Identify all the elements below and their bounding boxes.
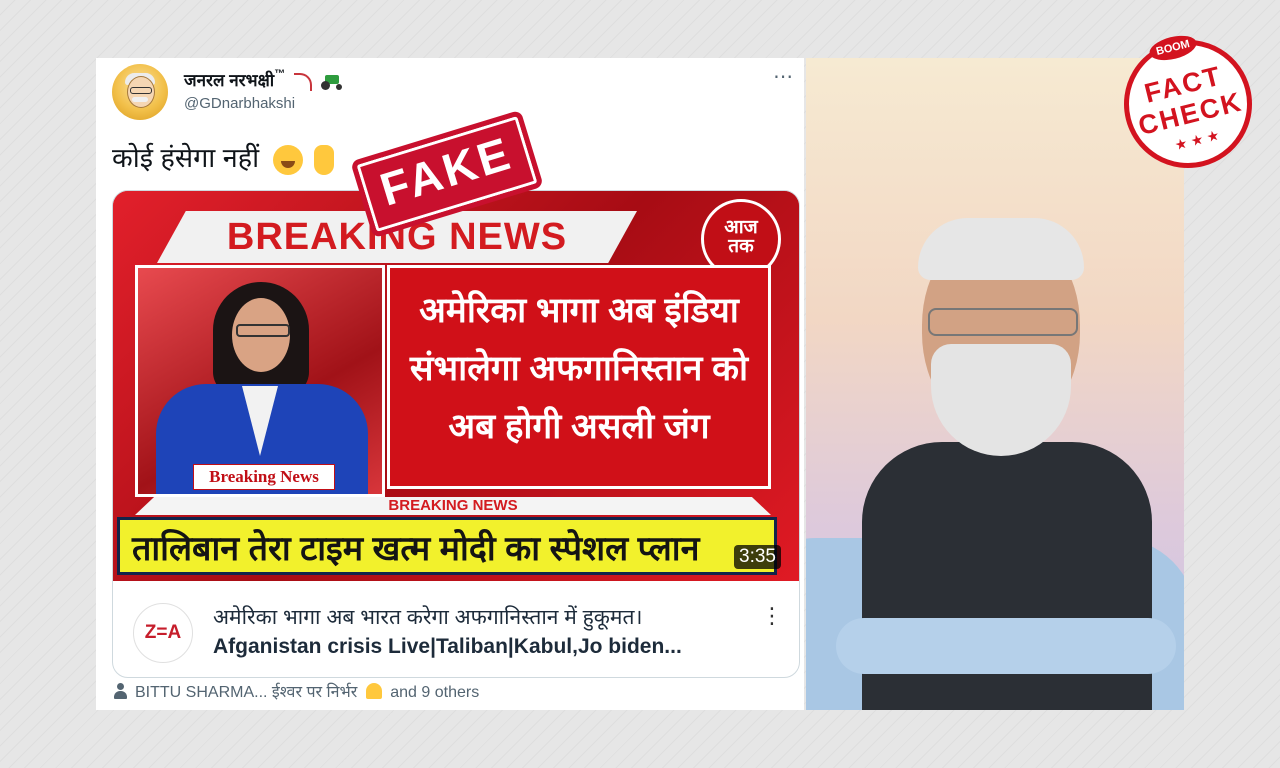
trademark: ™ — [274, 68, 286, 80]
video-thumbnail[interactable]: BREAKING NEWS आज तक Breaking News अमेरिक… — [113, 191, 799, 581]
user-handle[interactable]: @GDnarbhakshi — [184, 95, 295, 112]
video-title-hindi: अमेरिका भागा अब भारत करेगा अफगानिस्तान म… — [213, 606, 643, 629]
modi-crossed-arms — [836, 618, 1176, 674]
tweet-text: कोई हंसेगा नहीं — [112, 138, 335, 175]
modi-hair — [918, 218, 1084, 280]
video-title[interactable]: अमेरिका भागा अब भारत करेगा अफगानिस्तान म… — [213, 603, 753, 661]
video-more-icon[interactable]: ⋮ — [761, 603, 783, 629]
video-duration: 3:35 — [734, 545, 781, 569]
user-name-text: जनरल नरभक्षी — [184, 71, 275, 90]
breaking-news-badge: Breaking News — [193, 464, 335, 490]
tweet-card: जनरल नरभक्षी™ @GDnarbhakshi ⋯ कोई हंसेगा… — [96, 58, 804, 710]
breaking-news-strip: BREAKING NEWS — [388, 497, 518, 514]
headline-line: अब होगी असली जंग — [448, 407, 710, 446]
social-context-others: and 9 others — [390, 684, 480, 701]
person-icon — [114, 683, 127, 699]
modi-photo — [806, 58, 1184, 710]
folded-hands-emoji-icon — [365, 683, 382, 699]
headline-line: अमेरिका भागा अब इंडिया — [419, 291, 739, 330]
channel-logo-text: Z=A — [144, 622, 182, 643]
social-context[interactable]: BITTU SHARMA... ईश्वर पर निर्भर and 9 ot… — [114, 680, 479, 702]
avatar-glasses — [130, 87, 152, 94]
modi-glasses — [928, 308, 1078, 336]
tractor-icon — [320, 74, 343, 90]
news-ticker: तालिबान तेरा टाइम खत्म मोदी का स्पेशल प्… — [117, 517, 777, 575]
avatar[interactable] — [112, 64, 168, 120]
point-down-emoji-icon — [314, 144, 335, 175]
aaj-tak-logo-text: आज तक — [724, 217, 758, 257]
social-context-names: BITTU SHARMA... ईश्वर पर निर्भर — [135, 684, 358, 701]
modi-beard — [931, 344, 1071, 456]
ticker-text: तालिबान तेरा टाइम खत्म मोदी का स्पेशल प्… — [132, 530, 700, 568]
avatar-moustache — [132, 97, 148, 102]
more-options-icon[interactable]: ⋯ — [773, 64, 794, 89]
boom-logo: BOOM — [1147, 31, 1199, 65]
rofl-emoji-icon — [272, 144, 303, 175]
headline-line: संभालेगा अफगानिस्तान को — [409, 349, 749, 388]
tweet-text-content: कोई हंसेगा नहीं — [112, 143, 260, 173]
anchor-glasses — [236, 324, 290, 337]
bow-arrow-icon — [293, 72, 312, 91]
headline-box: अमेरिका भागा अब इंडिया संभालेगा अफगानिस्… — [387, 265, 771, 489]
user-name[interactable]: जनरल नरभक्षी™ — [184, 68, 343, 91]
channel-logo[interactable]: Z=A — [133, 603, 193, 663]
video-title-english: Afganistan crisis Live|Taliban|Kabul,Jo … — [213, 635, 682, 658]
video-card[interactable]: BREAKING NEWS आज तक Breaking News अमेरिक… — [112, 190, 800, 678]
anchor-image: Breaking News — [135, 265, 385, 497]
